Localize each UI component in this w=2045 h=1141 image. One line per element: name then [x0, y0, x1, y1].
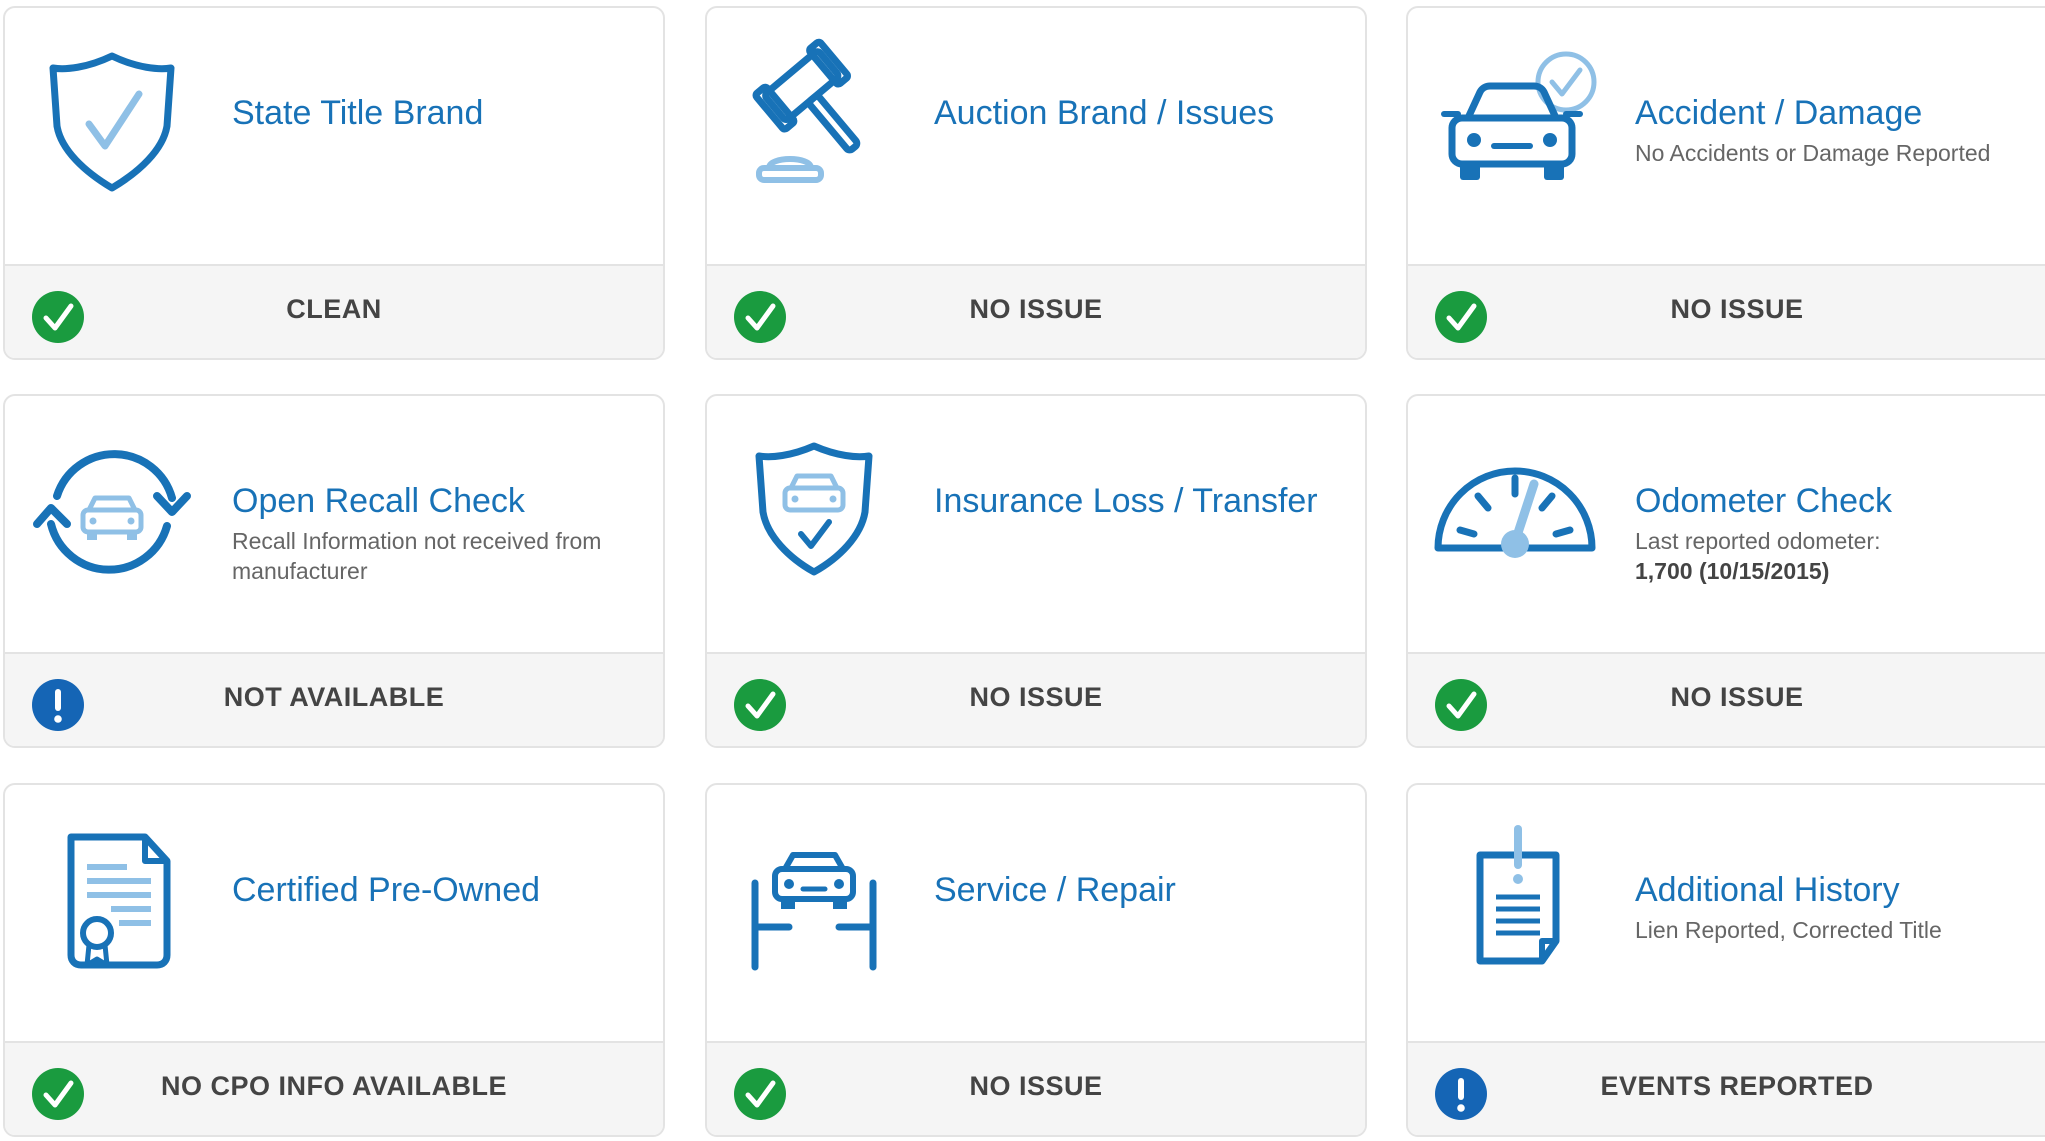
gavel-icon	[729, 38, 899, 208]
card-subtitle: No Accidents or Damage Reported	[1635, 140, 1991, 166]
status-label: NO ISSUE	[969, 1071, 1103, 1101]
card-auction-brand[interactable]: Auction Brand / Issues NO ISSUE	[705, 6, 1367, 360]
card-subtitle: Lien Reported, Corrected Title	[1635, 917, 1942, 943]
odometer-gauge-icon	[1430, 426, 1600, 596]
card-service-repair[interactable]: Service / Repair NO ISSUE	[705, 783, 1367, 1137]
recall-cycle-icon	[27, 426, 197, 596]
status-label: NOT AVAILABLE	[223, 682, 445, 712]
certificate-document-icon	[27, 815, 197, 985]
status-label: NO ISSUE	[1670, 294, 1804, 324]
card-title: Certified Pre-Owned	[232, 871, 541, 909]
card-subtitle: Recall Information not received from man…	[232, 528, 602, 584]
card-odometer-check[interactable]: Odometer Check Last reported odometer: 1…	[1406, 394, 2045, 748]
card-state-title-brand[interactable]: State Title Brand CLEAN	[3, 6, 665, 360]
car-damage-check-icon	[1430, 38, 1600, 208]
status-label: NO CPO INFO AVAILABLE	[161, 1071, 507, 1101]
clipboard-alert-icon	[1430, 815, 1600, 985]
card-open-recall-check[interactable]: Open Recall Check Recall Information not…	[3, 394, 665, 748]
status-label: EVENTS REPORTED	[1600, 1071, 1874, 1101]
card-title: Open Recall Check	[232, 482, 525, 520]
card-title: Service / Repair	[934, 871, 1176, 909]
car-lift-icon	[729, 815, 899, 985]
card-accident-damage[interactable]: Accident / Damage No Accidents or Damage…	[1406, 6, 2045, 360]
shield-check-icon	[27, 38, 197, 208]
card-subtitle: Last reported odometer:	[1635, 528, 1881, 554]
status-label: NO ISSUE	[969, 682, 1103, 712]
card-title: Additional History	[1635, 871, 1900, 909]
card-additional-history[interactable]: Additional History Lien Reported, Correc…	[1406, 783, 2045, 1137]
card-title: State Title Brand	[232, 94, 484, 132]
odometer-reading: 1,700 (10/15/2015)	[1635, 558, 1830, 584]
status-label: CLEAN	[286, 294, 382, 324]
card-title: Insurance Loss / Transfer	[934, 482, 1318, 520]
status-label: NO ISSUE	[969, 294, 1103, 324]
card-insurance-loss[interactable]: Insurance Loss / Transfer NO ISSUE	[705, 394, 1367, 748]
shield-car-icon	[729, 426, 899, 596]
card-title: Auction Brand / Issues	[934, 94, 1275, 132]
card-certified-pre-owned[interactable]: Certified Pre-Owned NO CPO INFO AVAILABL…	[3, 783, 665, 1137]
card-title: Accident / Damage	[1635, 94, 1923, 132]
status-label: NO ISSUE	[1670, 682, 1804, 712]
card-title: Odometer Check	[1635, 482, 1892, 520]
